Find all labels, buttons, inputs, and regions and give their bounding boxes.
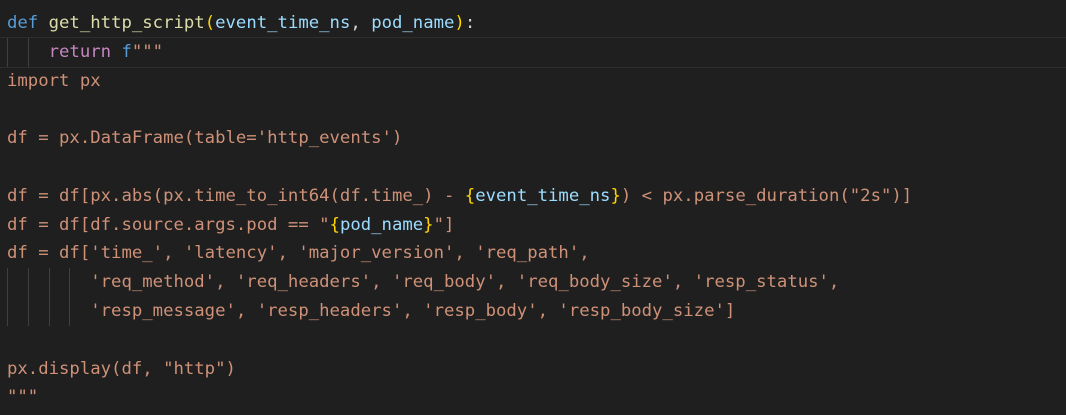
code-line[interactable] <box>7 95 1066 124</box>
code-token: 'resp_message', 'resp_headers', 'resp_bo… <box>7 300 736 321</box>
code-token: df = df['time_', 'latency', 'major_versi… <box>7 243 590 264</box>
code-token: df = px.DataFrame(table='http_events') <box>7 128 403 149</box>
code-token: ( <box>204 13 216 33</box>
code-token: 'req_method', 'req_headers', 'req_body',… <box>7 272 840 293</box>
code-token: , <box>350 13 372 33</box>
code-line[interactable] <box>7 326 1066 355</box>
code-token: px.display(df, "http") <box>7 358 236 379</box>
code-line[interactable]: df = px.DataFrame(table='http_events') <box>7 124 1066 153</box>
code-token: "] <box>433 214 455 235</box>
code-token: event_time_ns <box>215 13 351 33</box>
code-token: : <box>464 13 476 33</box>
code-token: ) <box>454 13 465 33</box>
code-line[interactable]: df = df[px.abs(px.time_to_int64(df.time_… <box>7 182 1066 211</box>
code-token: return <box>48 41 112 62</box>
code-lines[interactable]: def get_http_script(event_time_ns, pod_n… <box>0 9 1066 412</box>
code-token: df = df[df.source.args.pod == " <box>7 214 330 235</box>
code-line[interactable]: """ <box>7 383 1066 412</box>
code-line[interactable]: import px <box>7 67 1066 96</box>
code-editor[interactable]: def get_http_script(event_time_ns, pod_n… <box>0 0 1066 415</box>
code-line[interactable]: 'resp_message', 'resp_headers', 'resp_bo… <box>7 296 1066 326</box>
code-line[interactable]: px.display(df, "http") <box>7 355 1066 384</box>
code-line[interactable]: def get_http_script(event_time_ns, pod_n… <box>7 9 1066 38</box>
code-token: { <box>329 214 340 235</box>
code-token: pod_name <box>371 13 455 33</box>
code-token: get_http_script <box>48 13 205 33</box>
code-line[interactable]: df = df['time_', 'latency', 'major_versi… <box>7 239 1066 268</box>
code-token: import px <box>7 70 101 91</box>
code-token: event_time_ns <box>475 185 611 206</box>
code-token: f <box>121 41 132 62</box>
code-token: } <box>610 185 621 206</box>
code-line[interactable]: df = df[df.source.args.pod == "{pod_name… <box>7 211 1066 240</box>
code-line[interactable]: return f""" <box>0 36 1066 68</box>
code-token: """ <box>7 387 39 408</box>
code-line[interactable]: 'req_method', 'req_headers', 'req_body',… <box>7 268 1066 297</box>
code-token: """ <box>131 41 164 62</box>
code-token: pod_name <box>339 214 424 235</box>
code-token: df = df[px.abs(px.time_to_int64(df.time_… <box>7 185 465 206</box>
code-token: } <box>423 214 434 235</box>
code-token: def <box>7 13 39 33</box>
code-line[interactable] <box>7 153 1066 182</box>
code-token: ) < px.parse_duration("2s")] <box>620 185 913 206</box>
code-token: { <box>464 185 476 206</box>
